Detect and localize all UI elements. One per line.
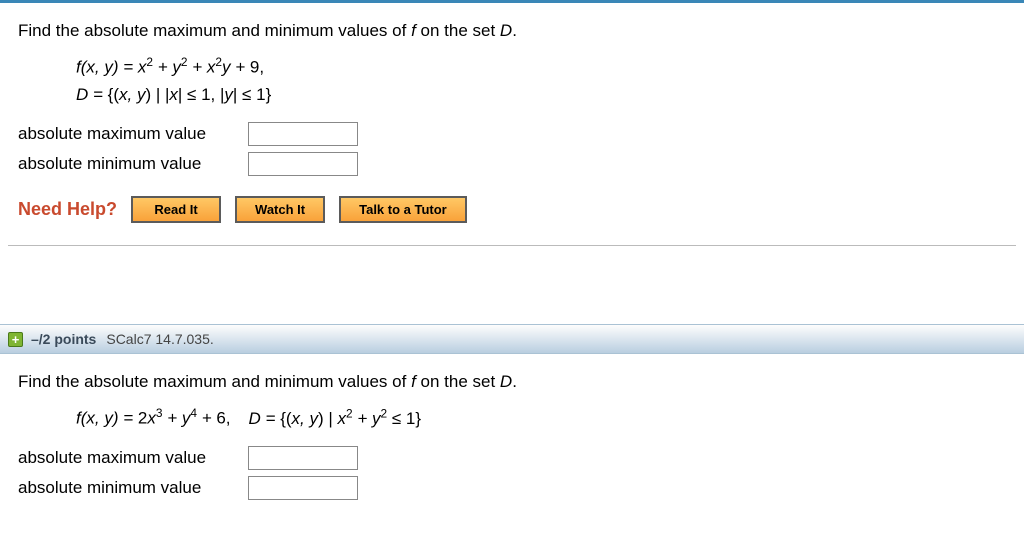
q1-prompt-D: D — [500, 21, 512, 40]
section-header[interactable]: + –/2 points SCalc7 14.7.035. — [0, 324, 1024, 354]
spacer — [0, 246, 1024, 324]
q1-max-label: absolute maximum value — [18, 124, 248, 144]
q2-prompt: Find the absolute maximum and minimum va… — [18, 372, 1006, 392]
q2-prompt-D: D — [500, 372, 512, 391]
q2-min-label: absolute minimum value — [18, 478, 248, 498]
help-label: Need Help? — [18, 199, 117, 220]
q1-max-row: absolute maximum value — [18, 122, 1006, 146]
q1-max-input[interactable] — [248, 122, 358, 146]
q1-prompt-mid: on the set — [416, 21, 500, 40]
q2-min-input[interactable] — [248, 476, 358, 500]
talk-to-tutor-button[interactable]: Talk to a Tutor — [339, 196, 467, 223]
watch-it-button[interactable]: Watch It — [235, 196, 325, 223]
q2-max-label: absolute maximum value — [18, 448, 248, 468]
q1-prompt-prefix: Find the absolute maximum and minimum va… — [18, 21, 411, 40]
expand-icon[interactable]: + — [8, 332, 23, 347]
q1-prompt-suffix: . — [512, 21, 517, 40]
q2-formula: f(x, y) = 2x3 + y4 + 6,D = {(x, y) | x2 … — [76, 404, 1006, 432]
question-1: Find the absolute maximum and minimum va… — [0, 3, 1024, 245]
q2-prompt-mid: on the set — [416, 372, 500, 391]
q1-formula: f(x, y) = x2 + y2 + x2y + 9, D = {(x, y)… — [76, 53, 1006, 108]
q1-prompt: Find the absolute maximum and minimum va… — [18, 21, 1006, 41]
q2-prompt-prefix: Find the absolute maximum and minimum va… — [18, 372, 411, 391]
q2-min-row: absolute minimum value — [18, 476, 1006, 500]
reference-text: SCalc7 14.7.035. — [106, 331, 213, 347]
help-row: Need Help? Read It Watch It Talk to a Tu… — [18, 196, 1006, 223]
q1-min-row: absolute minimum value — [18, 152, 1006, 176]
q1-formula-line1: f(x, y) = x2 + y2 + x2y + 9, — [76, 53, 1006, 81]
question-2: Find the absolute maximum and minimum va… — [0, 354, 1024, 528]
q2-formula-line: f(x, y) = 2x3 + y4 + 6,D = {(x, y) | x2 … — [76, 404, 1006, 432]
q1-min-label: absolute minimum value — [18, 154, 248, 174]
q2-max-input[interactable] — [248, 446, 358, 470]
q2-prompt-suffix: . — [512, 372, 517, 391]
read-it-button[interactable]: Read It — [131, 196, 221, 223]
q1-formula-line2: D = {(x, y) | |x| ≤ 1, |y| ≤ 1} — [76, 81, 1006, 108]
points-text: –/2 points — [31, 331, 96, 347]
q2-max-row: absolute maximum value — [18, 446, 1006, 470]
q1-min-input[interactable] — [248, 152, 358, 176]
